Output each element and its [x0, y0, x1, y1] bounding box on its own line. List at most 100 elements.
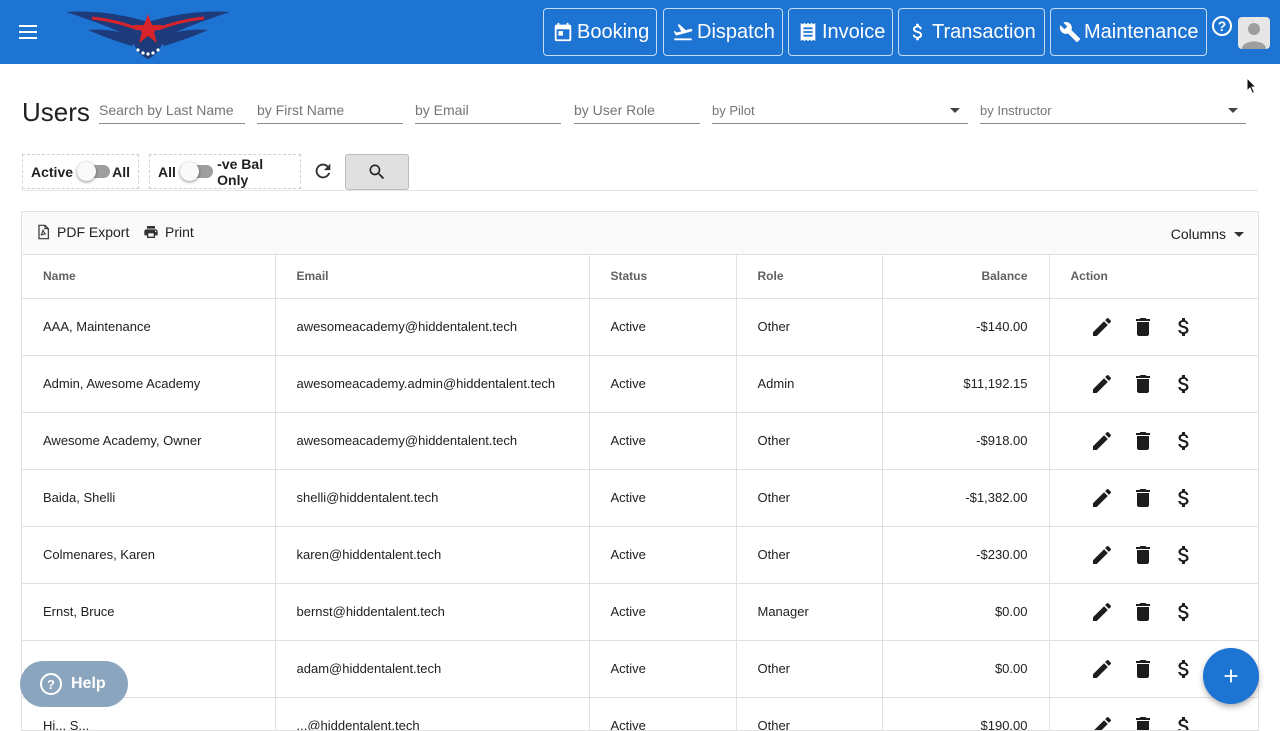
delete-icon[interactable]: [1131, 429, 1155, 453]
last-name-search-field: [99, 98, 245, 124]
nav-invoice-button[interactable]: Invoice: [788, 8, 893, 56]
nav-transaction-button[interactable]: Transaction: [898, 8, 1045, 56]
user-avatar[interactable]: [1238, 17, 1270, 49]
cell-balance: -$1,382.00: [882, 469, 1049, 526]
add-user-button[interactable]: [1203, 648, 1259, 704]
dollar-icon[interactable]: [1172, 657, 1196, 681]
cell-email: awesomeacademy@hiddentalent.tech: [275, 298, 589, 355]
edit-icon[interactable]: [1090, 315, 1114, 339]
cell-status: Active: [589, 640, 736, 697]
filter-divider: [22, 190, 1258, 191]
delete-icon[interactable]: [1131, 600, 1155, 624]
chevron-down-icon: [1234, 232, 1244, 237]
first-name-input[interactable]: [257, 98, 403, 122]
cell-role: Other: [736, 298, 882, 355]
table-row[interactable]: Hi... S......@hiddentalent.techActiveOth…: [22, 697, 1258, 731]
dollar-icon[interactable]: [1172, 429, 1196, 453]
cell-status: Active: [589, 697, 736, 731]
academy-logo[interactable]: [62, 6, 234, 60]
column-header-status[interactable]: Status: [589, 255, 736, 298]
cell-name: Awesome Academy, Owner: [22, 412, 275, 469]
delete-icon[interactable]: [1131, 315, 1155, 339]
plane-takeoff-icon: [672, 21, 694, 43]
table-row[interactable]: Awesome Academy, Ownerawesomeacademy@hid…: [22, 412, 1258, 469]
refresh-icon[interactable]: [312, 160, 334, 182]
calendar-icon: [552, 21, 574, 43]
instructor-select[interactable]: by Instructor: [980, 98, 1246, 124]
dollar-icon[interactable]: [1172, 543, 1196, 567]
table-row[interactable]: Ernst, Brucebernst@hiddentalent.techActi…: [22, 583, 1258, 640]
cell-balance: $0.00: [882, 583, 1049, 640]
pdf-export-button[interactable]: PDF Export: [35, 224, 129, 240]
search-icon: [367, 162, 387, 182]
print-label: Print: [165, 224, 194, 240]
dollar-icon[interactable]: [1172, 315, 1196, 339]
table-header-row: Name Email Status Role Balance Action: [22, 255, 1258, 298]
cell-actions: [1049, 583, 1258, 640]
delete-icon[interactable]: [1131, 543, 1155, 567]
edit-icon[interactable]: [1090, 543, 1114, 567]
last-name-search-input[interactable]: [99, 98, 245, 122]
cell-balance: $0.00: [882, 640, 1049, 697]
column-header-email[interactable]: Email: [275, 255, 589, 298]
cell-role: Other: [736, 526, 882, 583]
edit-icon[interactable]: [1090, 657, 1114, 681]
cell-status: Active: [589, 526, 736, 583]
table-row[interactable]: AAA, Maintenanceawesomeacademy@hiddental…: [22, 298, 1258, 355]
users-grid: PDF Export Print Columns Name Email Stat…: [21, 211, 1259, 731]
column-header-balance[interactable]: Balance: [882, 255, 1049, 298]
print-button[interactable]: Print: [143, 224, 194, 240]
nav-dispatch-button[interactable]: Dispatch: [663, 8, 783, 56]
cell-name: Admin, Awesome Academy: [22, 355, 275, 412]
dollar-icon[interactable]: [1172, 600, 1196, 624]
delete-icon[interactable]: [1131, 657, 1155, 681]
cell-status: Active: [589, 355, 736, 412]
delete-icon[interactable]: [1131, 372, 1155, 396]
edit-icon[interactable]: [1090, 486, 1114, 510]
table-row[interactable]: Baida, Shellishelli@hiddentalent.techAct…: [22, 469, 1258, 526]
edit-icon[interactable]: [1090, 714, 1114, 731]
active-toggle-left-label: Active: [31, 164, 73, 180]
cell-actions: [1049, 526, 1258, 583]
cell-email: ...@hiddentalent.tech: [275, 697, 589, 731]
nav-maintenance-label: Maintenance: [1084, 21, 1199, 44]
edit-icon[interactable]: [1090, 372, 1114, 396]
table-row[interactable]: Admin, Awesome Academyawesomeacademy.adm…: [22, 355, 1258, 412]
cell-email: awesomeacademy.admin@hiddentalent.tech: [275, 355, 589, 412]
balance-toggle-right-label: -ve Bal Only: [217, 156, 292, 188]
help-widget-button[interactable]: ? Help: [20, 661, 128, 707]
active-all-switch[interactable]: [77, 162, 108, 182]
delete-icon[interactable]: [1131, 486, 1155, 510]
active-toggle-right-label: All: [112, 164, 130, 180]
cell-balance: -$230.00: [882, 526, 1049, 583]
cell-email: karen@hiddentalent.tech: [275, 526, 589, 583]
delete-icon[interactable]: [1131, 714, 1155, 731]
column-header-role[interactable]: Role: [736, 255, 882, 298]
nav-booking-button[interactable]: Booking: [543, 8, 657, 56]
columns-menu-button[interactable]: Columns: [1171, 226, 1244, 242]
cell-actions: [1049, 412, 1258, 469]
cell-status: Active: [589, 412, 736, 469]
dollar-icon[interactable]: [1172, 486, 1196, 510]
negative-balance-switch[interactable]: [180, 162, 213, 182]
hamburger-menu-icon[interactable]: [16, 20, 40, 44]
table-row[interactable]: Colmenares, Karenkaren@hiddentalent.tech…: [22, 526, 1258, 583]
cell-name: AAA, Maintenance: [22, 298, 275, 355]
user-role-input[interactable]: [574, 98, 700, 122]
edit-icon[interactable]: [1090, 600, 1114, 624]
dollar-icon[interactable]: [1172, 372, 1196, 396]
table-row[interactable]: adam@hiddentalent.techActiveOther$0.00: [22, 640, 1258, 697]
nav-maintenance-button[interactable]: Maintenance: [1050, 8, 1207, 56]
search-button[interactable]: [345, 154, 409, 190]
dollar-icon[interactable]: [1172, 714, 1196, 731]
plus-icon: [1220, 665, 1242, 687]
pilot-select[interactable]: by Pilot: [712, 98, 968, 124]
help-circle-icon[interactable]: ?: [1212, 16, 1232, 36]
cell-role: Admin: [736, 355, 882, 412]
email-input[interactable]: [415, 98, 561, 122]
nav-booking-label: Booking: [577, 21, 649, 44]
cell-name: Baida, Shelli: [22, 469, 275, 526]
column-header-name[interactable]: Name: [22, 255, 275, 298]
balance-toggle-group: All -ve Bal Only: [149, 154, 301, 189]
edit-icon[interactable]: [1090, 429, 1114, 453]
